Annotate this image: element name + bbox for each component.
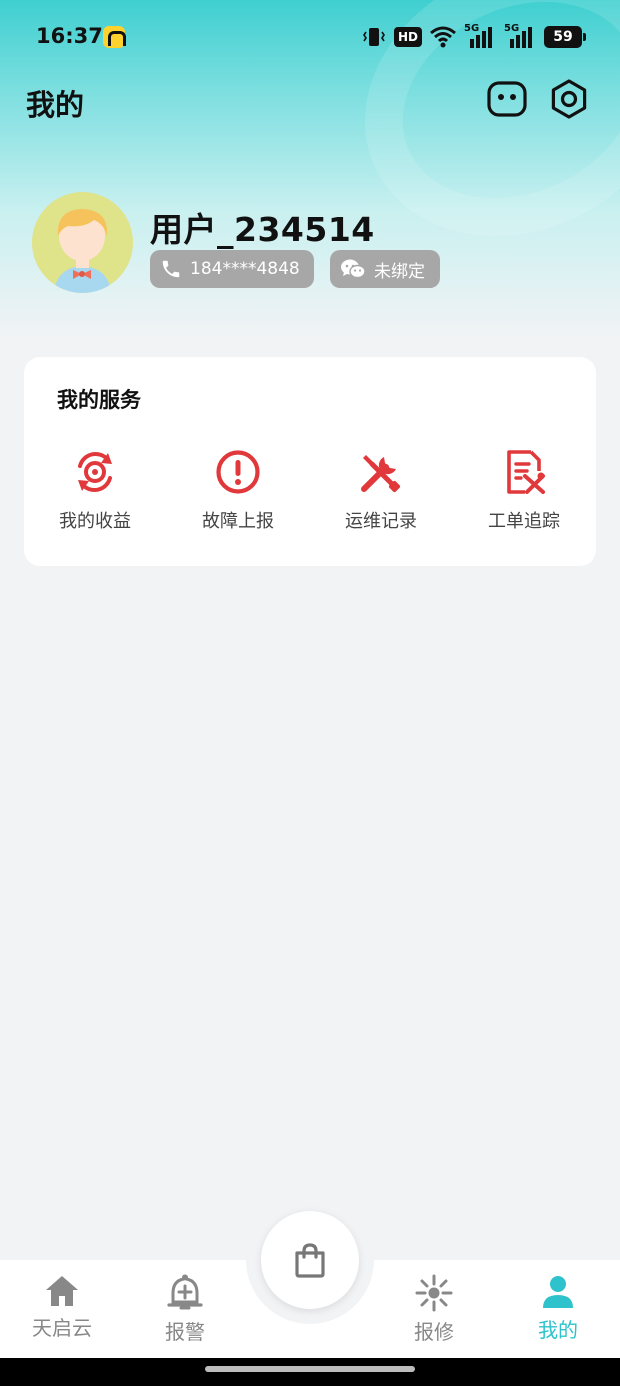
alarm-bell-icon [167,1274,203,1310]
nav-label: 报修 [414,1320,454,1344]
phone-badge[interactable]: 184****4848 [150,250,314,288]
signal-5g-1: 5G [464,23,496,49]
nav-item-repair[interactable]: 报修 [389,1274,479,1345]
service-fault-report[interactable]: 故障上报 [178,449,298,549]
robot-icon [487,81,527,117]
nav-label: 我的 [538,1318,578,1342]
username: 用户_234514 [150,210,375,249]
nav-item-alarm[interactable]: 报警 [140,1274,230,1345]
home-indicator[interactable] [205,1366,415,1372]
status-time: 16:37 [36,24,103,48]
repair-icon [415,1274,453,1312]
wechat-bind-badge[interactable]: 未绑定 [330,250,440,288]
status-bar: 16:37 HD 5G 5G 59 [0,0,620,74]
settings-gear-icon [551,79,587,119]
vibrate-icon [363,28,385,46]
battery-icon: 59 [544,26,586,48]
avatar-illustration [54,209,111,293]
status-icons: HD 5G 5G 59 [362,23,586,50]
service-earnings[interactable]: 我的收益 [35,449,155,549]
services-card: 我的服务 我的收益 故障上报 运维记录 工单追踪 [24,357,596,566]
nav-item-home[interactable]: 天启云 [17,1274,107,1341]
services-title: 我的服务 [57,388,141,412]
home-icon [46,1276,78,1306]
hd-badge: HD [393,27,422,47]
work-order-icon [507,450,545,494]
avatar[interactable] [32,192,133,293]
service-maintenance-records[interactable]: 运维记录 [321,449,441,549]
signal-5g-2: 5G [504,23,536,49]
settings-button[interactable] [548,78,590,120]
tools-icon [361,455,401,493]
page-title: 我的 [26,88,85,122]
shopping-bag-icon [295,1243,325,1278]
phone-icon [162,260,180,278]
system-navigation-bar [0,1358,620,1386]
service-label: 我的收益 [59,511,131,532]
service-label: 故障上报 [202,511,274,532]
app-notification-icon [103,26,126,48]
wechat-status: 未绑定 [374,261,425,282]
shop-center-button[interactable] [261,1211,359,1309]
wechat-icon [341,259,366,279]
signal-bars-icon [470,27,492,48]
customer-service-button[interactable] [486,78,528,120]
service-label: 工单追踪 [488,511,560,532]
wifi-icon [430,26,456,48]
earnings-refresh-icon [78,452,112,492]
phone-number: 184****4848 [190,259,300,279]
service-work-order-tracking[interactable]: 工单追踪 [464,449,584,549]
alert-circle-icon [216,450,260,494]
service-label: 运维记录 [345,511,417,532]
signal-bars-icon [510,27,532,48]
nav-item-mine[interactable]: 我的 [513,1274,603,1343]
nav-label: 天启云 [32,1316,92,1340]
nav-label: 报警 [165,1320,205,1344]
user-icon [543,1276,573,1308]
